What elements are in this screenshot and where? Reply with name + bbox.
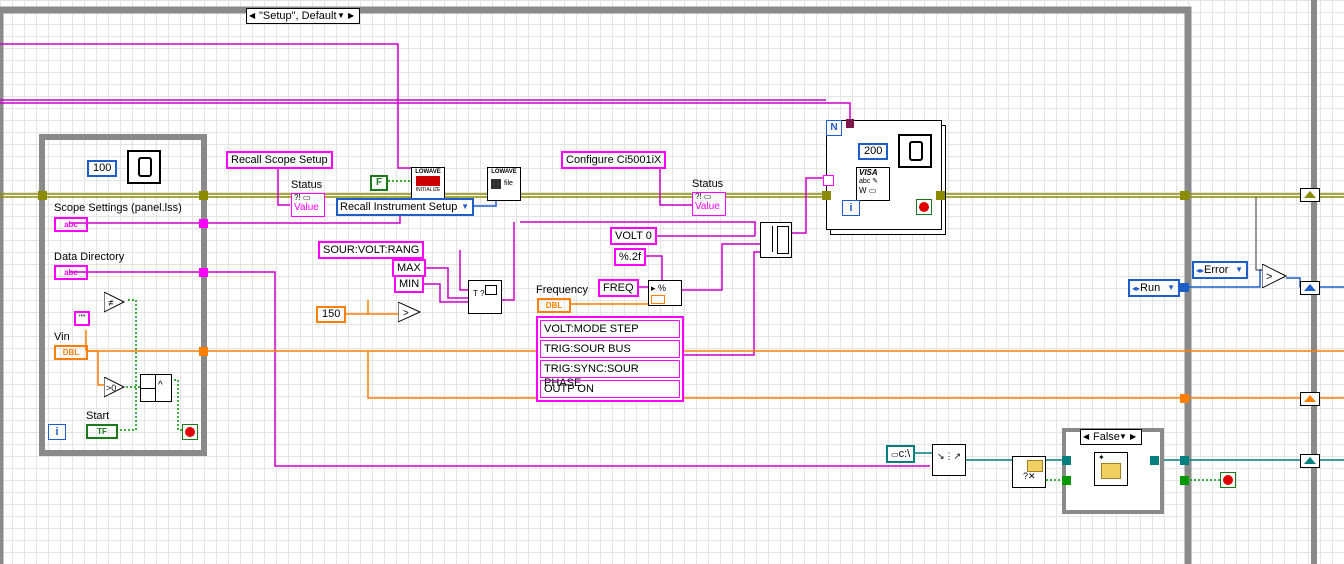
watch-icon-2 <box>909 141 923 161</box>
shift-register-enum <box>1300 281 1320 295</box>
false-case-path-out <box>1150 456 1159 465</box>
command-item-0[interactable]: VOLT:MODE STEP <box>540 320 680 338</box>
path-constant[interactable]: ▭c:\ <box>886 445 916 463</box>
command-list-array: VOLT:MODE STEP TRIG:SOUR BUS TRIG:SYNC:S… <box>536 316 684 402</box>
empty-string-constant[interactable]: "" <box>74 311 91 326</box>
volt0-string[interactable]: VOLT 0 <box>610 227 657 245</box>
min-string[interactable]: MIN <box>394 275 425 293</box>
visa-string-tunnel <box>846 119 854 128</box>
vin-label: Vin <box>54 331 70 343</box>
data-directory-control[interactable]: abc <box>54 265 88 280</box>
visa-stop-terminal[interactable] <box>916 199 932 215</box>
greater-than-node[interactable]: > <box>397 301 422 324</box>
recall-scope-setup-string[interactable]: Recall Scope Setup <box>226 151 333 169</box>
select-node[interactable]: > <box>1261 263 1290 289</box>
n-count-terminal[interactable]: N <box>826 120 842 136</box>
vin-control[interactable]: DBL <box>54 345 88 360</box>
create-folder-node[interactable]: ✦ <box>1094 452 1128 486</box>
recall-instrument-setup-ring[interactable]: Recall Instrument Setup ▼ <box>336 198 474 216</box>
command-item-3[interactable]: OUTP ON <box>540 380 680 398</box>
loop-iteration-terminal: i <box>48 424 66 440</box>
scope-settings-control[interactable]: abc <box>54 217 88 232</box>
svg-text:>: > <box>1266 271 1272 283</box>
frequency-control[interactable]: DBL <box>537 298 571 313</box>
status-label-2: Status <box>692 178 724 190</box>
watch-icon <box>138 157 152 177</box>
not-equal-node-outline: ≠ <box>103 291 126 313</box>
path-icon: ▭ <box>891 450 899 459</box>
format-into-string-node[interactable]: ▸ % <box>648 280 682 306</box>
wait-ms-node[interactable] <box>127 150 161 184</box>
error-in-tunnel <box>38 191 47 200</box>
concatenate-strings-node[interactable] <box>760 222 792 258</box>
status-value-2: Value <box>695 201 720 212</box>
case-numeric-tunnel <box>1180 394 1189 403</box>
visa-string-in <box>823 175 834 186</box>
visa-error-out <box>936 191 945 200</box>
start-control[interactable]: TF <box>86 424 118 439</box>
case-enum-tunnel <box>1180 283 1189 292</box>
freq-string[interactable]: FREQ <box>598 279 639 297</box>
scope-settings-label: Scope Settings (panel.lss) <box>54 202 182 214</box>
status-value-1: Value <box>294 202 319 213</box>
case-dropdown-arrow[interactable]: ▼ <box>337 9 345 23</box>
select-string-node[interactable]: T ? <box>468 280 502 314</box>
start-label: Start <box>86 410 110 422</box>
svg-text:≠: ≠ <box>108 298 114 309</box>
false-case-path-in <box>1062 456 1071 465</box>
new-folder-icon <box>1101 463 1121 479</box>
outer-stop-terminal[interactable] <box>1220 472 1236 488</box>
case-bool-tunnel <box>1180 476 1189 485</box>
case-prev-arrow[interactable]: ◀ <box>249 9 255 23</box>
frequency-label: Frequency <box>536 284 588 296</box>
status-bundle-2[interactable]: ?! ▭ Value <box>692 192 726 216</box>
status-label-1: Status <box>291 179 323 191</box>
case-path-tunnel <box>1180 456 1189 465</box>
timeout-constant[interactable]: 100 <box>87 160 118 177</box>
compound-and-node[interactable]: ^ <box>140 374 172 402</box>
disk-icon <box>491 179 501 189</box>
check-path-node[interactable]: ?✕ <box>1012 456 1046 488</box>
case-selector[interactable]: ◀ "Setup", Default ▼ ▶ <box>246 8 360 24</box>
visa-error-in <box>822 191 831 200</box>
status-bundle-1[interactable]: ?! ▭ Value <box>291 193 325 217</box>
wait-200-constant[interactable]: 200 <box>858 143 889 160</box>
shift-register-error <box>1300 188 1320 202</box>
case-next-arrow[interactable]: ▶ <box>348 9 354 23</box>
lowave-initialize-node[interactable]: LOWAVE INITIALIZE <box>411 167 445 201</box>
scope-settings-tunnel <box>199 219 208 228</box>
data-directory-tunnel <box>199 268 208 277</box>
shift-register-numeric <box>1300 392 1320 406</box>
error-out-tunnel <box>199 191 208 200</box>
loop-stop-terminal[interactable] <box>182 424 198 440</box>
command-item-1[interactable]: TRIG:SOUR BUS <box>540 340 680 358</box>
lowave-file-node[interactable]: LOWAVE file <box>487 167 521 201</box>
format-string[interactable]: %.2f <box>614 248 647 266</box>
shift-register-path <box>1300 454 1320 468</box>
visa-iteration-terminal: i <box>842 200 860 216</box>
false-case-bool-in <box>1062 476 1071 485</box>
false-case-selector[interactable]: ◀ False ▼ ▶ <box>1080 429 1142 445</box>
case-error-tunnel <box>1180 191 1189 200</box>
greater-than-zero-node[interactable]: >0 <box>103 376 126 399</box>
visa-wait-node[interactable] <box>898 134 932 168</box>
sour-volt-rang-string[interactable]: SOUR:VOLT:RANG <box>318 241 425 259</box>
run-enum-ring[interactable]: ◂▸Run ▼ <box>1128 279 1180 297</box>
build-path-node[interactable]: ↘⋮↗ <box>932 444 966 476</box>
visa-write-node[interactable]: VISA abc ✎ W ▭ <box>856 167 890 201</box>
value-150-constant[interactable]: 150 <box>316 306 347 323</box>
vin-tunnel <box>199 347 208 356</box>
case-structure-frame <box>0 6 1192 564</box>
svg-text:>: > <box>403 308 409 319</box>
false-constant[interactable]: F <box>370 175 388 191</box>
configure-ci5001ix-string[interactable]: Configure Ci5001iX <box>561 151 667 169</box>
case-selector-label: "Setup", Default <box>259 10 337 22</box>
data-directory-label: Data Directory <box>54 251 125 263</box>
error-enum-ring[interactable]: ◂▸Error ▼ <box>1192 261 1248 279</box>
svg-text:>0: >0 <box>106 383 116 393</box>
command-item-2[interactable]: TRIG:SYNC:SOUR PHASE <box>540 360 680 389</box>
false-case-label: False <box>1093 431 1120 443</box>
